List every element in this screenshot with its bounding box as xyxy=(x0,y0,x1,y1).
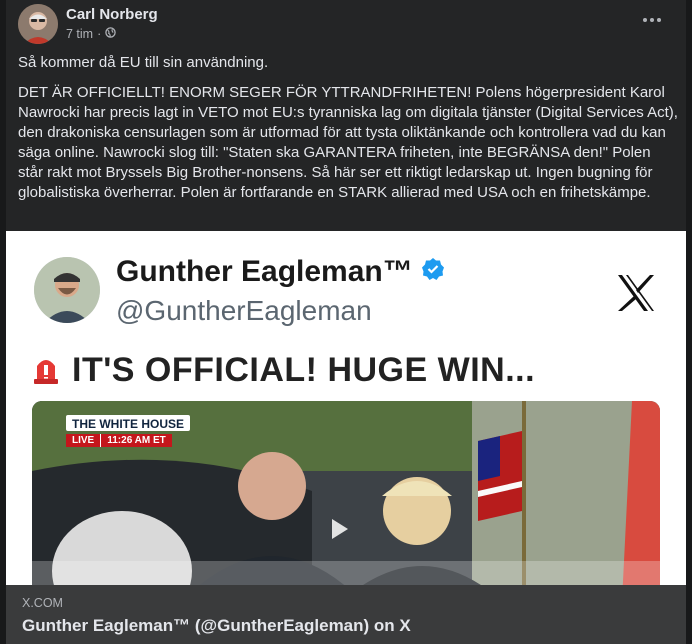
meta-separator: · xyxy=(97,27,102,41)
post-meta: 7 tim · xyxy=(66,27,116,41)
live-time: 11:26 AM ET xyxy=(100,434,172,447)
tweet-headline: IT'S OFFICIAL! HUGE WIN... xyxy=(32,351,535,390)
live-badge: LIVE xyxy=(66,434,101,447)
x-logo-icon xyxy=(614,271,658,315)
globe-icon xyxy=(105,27,116,41)
link-domain: X.COM xyxy=(22,596,63,610)
link-title[interactable]: Gunther Eagleman™ (@GuntherEagleman) on … xyxy=(22,616,411,636)
verified-badge-icon xyxy=(421,255,445,289)
post-card: Carl Norberg 7 tim · Så kommer då EU til… xyxy=(6,0,686,644)
link-preview-image[interactable]: Gunther Eagleman™ @GuntherEagleman IT'S … xyxy=(6,231,686,585)
more-options-icon[interactable] xyxy=(638,10,666,30)
tweet-author-handle: @GuntherEagleman xyxy=(116,295,372,326)
tweet-author-avatar xyxy=(34,257,100,323)
video-live-row: LIVE 11:26 AM ET xyxy=(66,434,172,447)
tweet-headline-text: IT'S OFFICIAL! HUGE WIN... xyxy=(72,351,536,389)
post-time[interactable]: 7 tim xyxy=(66,27,93,41)
post-text-body: DET ÄR OFFICIELLT! ENORM SEGER FÖR YTTRA… xyxy=(18,84,678,201)
tweet-author-name-text: Gunther Eagleman™ xyxy=(116,255,413,288)
post-text: Så kommer då EU till sin användning. DET… xyxy=(18,53,678,213)
author-avatar[interactable] xyxy=(18,4,58,44)
post-text-intro: Så kommer då EU till sin användning. xyxy=(18,54,269,71)
author-name[interactable]: Carl Norberg xyxy=(66,6,158,23)
play-icon[interactable] xyxy=(332,519,348,539)
video-banner: THE WHITE HOUSE xyxy=(66,415,191,431)
link-preview[interactable]: X.COM Gunther Eagleman™ (@GuntherEaglema… xyxy=(6,585,686,644)
tweet-author-name: Gunther Eagleman™ xyxy=(116,255,445,289)
siren-icon xyxy=(32,352,60,389)
video-thumbnail[interactable]: THE WHITE HOUSE LIVE 11:26 AM ET xyxy=(32,401,660,585)
